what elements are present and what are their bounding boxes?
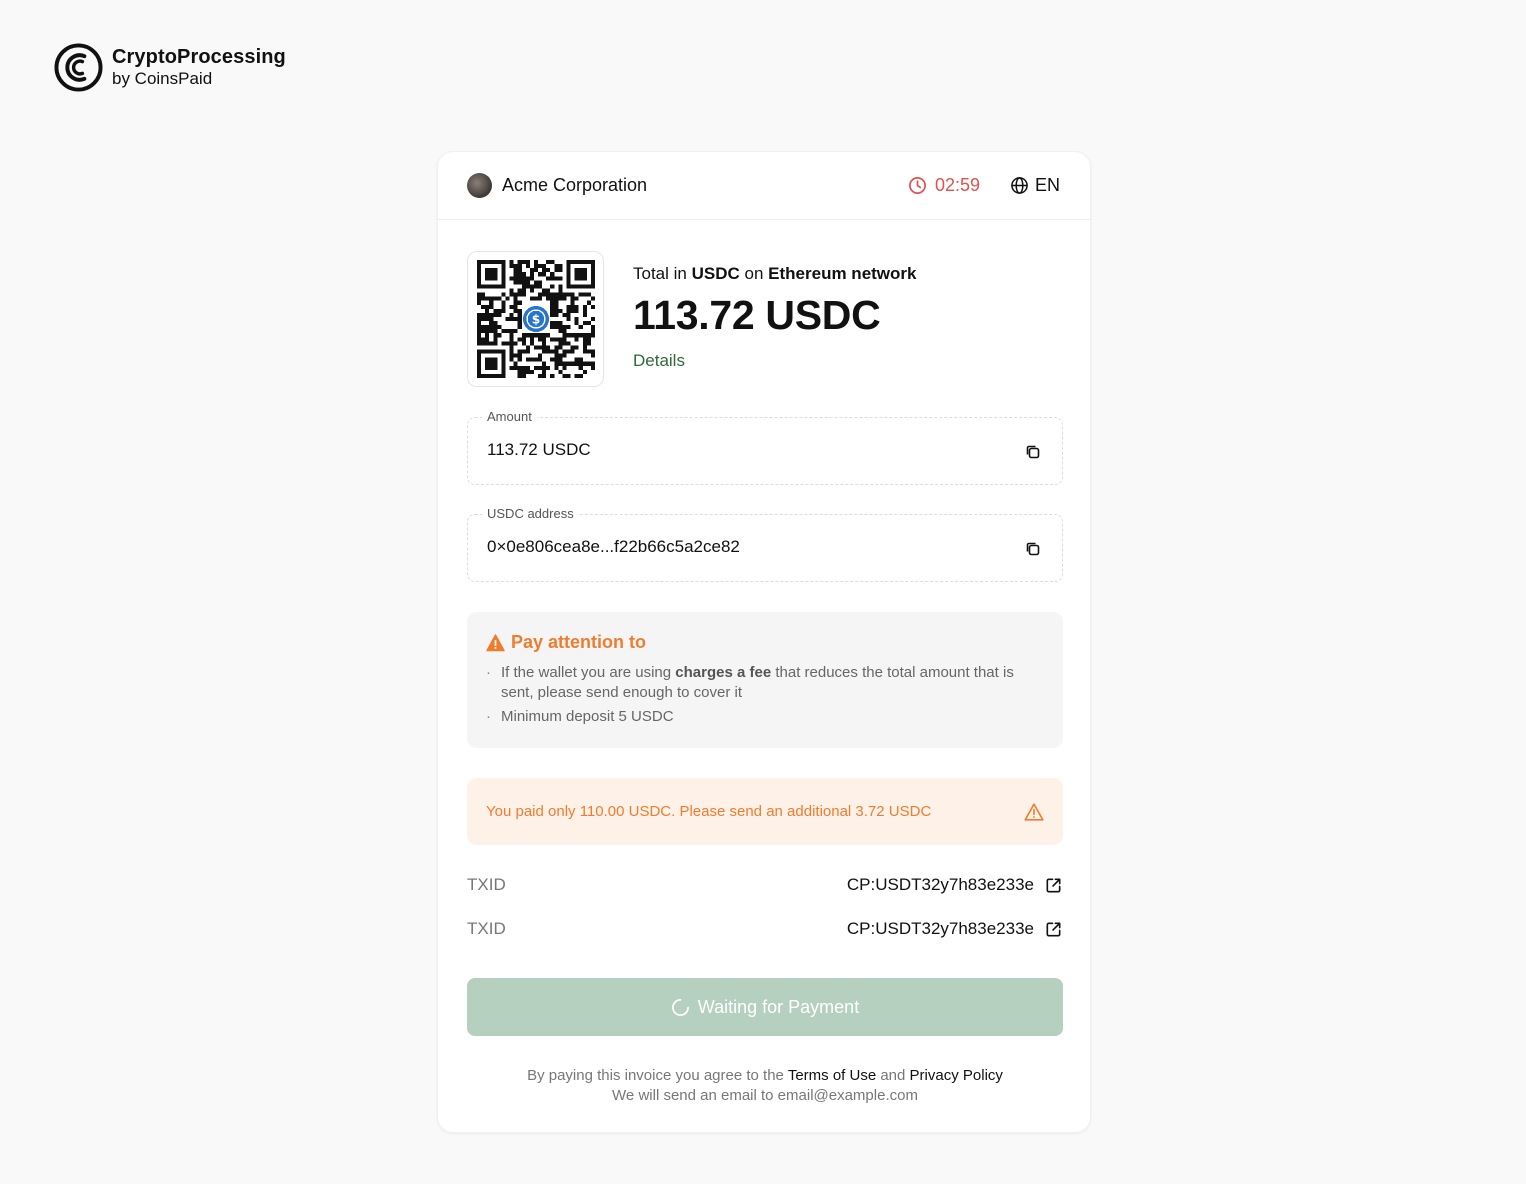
txid-value: CP:USDT32y7h83e233e <box>846 875 1034 894</box>
attention-item-min-deposit: Minimum deposit 5 USDC <box>486 707 1044 727</box>
language-selector[interactable]: EN <box>1010 175 1060 196</box>
waiting-for-payment-button[interactable]: Waiting for Payment <box>467 978 1063 1036</box>
amount-field: Amount 113.72 USDC <box>467 409 1063 485</box>
address-field: USDC address 0×0e806cea8e...f22b66c5a2ce… <box>467 506 1063 582</box>
currency-name: USDC <box>691 264 740 283</box>
timer-value: 02:59 <box>934 175 980 195</box>
details-link[interactable]: Details <box>633 351 685 371</box>
payment-card: Acme Corporation 02:59 EN $ Total in USD… <box>437 151 1091 1133</box>
transaction-row: TXID CP:USDT32y7h83e233e <box>467 917 1063 941</box>
txid-label: TXID <box>467 875 506 894</box>
txid-value: CP:USDT32y7h83e233e <box>846 919 1034 938</box>
usdc-coin-icon: $ <box>522 305 549 333</box>
underpayment-alert: You paid only 110.00 USDC. Please send a… <box>467 778 1063 845</box>
terms-link[interactable]: Terms of Use <box>788 1067 876 1084</box>
spinner-icon <box>671 998 689 1016</box>
brand-name: CryptoProcessing <box>112 46 286 69</box>
total-description: Total in USDC on Ethereum network <box>633 264 917 283</box>
total-amount: 113.72 USDC <box>633 292 881 338</box>
merchant-avatar <box>467 173 492 198</box>
button-label: Waiting for Payment <box>697 996 860 1017</box>
amount-label: Amount <box>482 409 537 424</box>
clock-icon <box>908 177 926 194</box>
coinspaid-logo-icon <box>54 43 103 92</box>
warning-triangle-icon <box>486 633 505 651</box>
address-label: USDC address <box>482 506 579 521</box>
copy-amount-icon[interactable] <box>1023 442 1043 462</box>
address-value: 0×0e806cea8e...f22b66c5a2ce82 <box>487 537 740 556</box>
attention-panel: Pay attention to If the wallet you are u… <box>467 612 1063 748</box>
brand-subtitle: by CoinsPaid <box>112 69 213 89</box>
svg-text:$: $ <box>531 312 539 326</box>
qr-code: $ <box>467 251 604 387</box>
payment-summary: $ Total in USDC on Ethereum network 113.… <box>467 251 916 387</box>
warning-outline-icon <box>1024 802 1044 821</box>
language-code: EN <box>1034 175 1060 195</box>
card-header: Acme Corporation 02:59 EN <box>438 152 1090 220</box>
merchant-name: Acme Corporation <box>502 175 648 195</box>
footer-text: By paying this invoice you agree to the … <box>438 1066 1092 1106</box>
amount-value: 113.72 USDC <box>487 440 591 459</box>
attention-title: Pay attention to <box>511 632 647 652</box>
copy-address-icon[interactable] <box>1023 539 1043 559</box>
attention-item-fee: If the wallet you are using charges a fe… <box>486 663 1044 703</box>
email-notice: We will send an email to email@example.c… <box>612 1087 918 1104</box>
brand: CryptoProcessing by CoinsPaid <box>54 43 286 92</box>
countdown-timer: 02:59 <box>908 175 980 196</box>
external-link-icon[interactable] <box>1044 876 1063 895</box>
network-name: Ethereum network <box>768 264 917 283</box>
txid-label: TXID <box>467 919 506 938</box>
globe-icon <box>1011 177 1028 194</box>
external-link-icon[interactable] <box>1044 920 1063 939</box>
privacy-link[interactable]: Privacy Policy <box>910 1067 1003 1084</box>
transaction-row: TXID CP:USDT32y7h83e233e <box>467 873 1063 897</box>
alert-text: You paid only 110.00 USDC. Please send a… <box>486 803 932 820</box>
